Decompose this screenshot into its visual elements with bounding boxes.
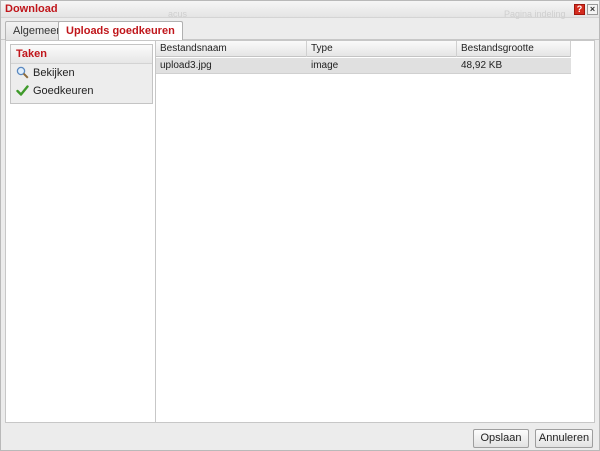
- magnifier-icon: [16, 66, 29, 79]
- column-header-bestandsgrootte[interactable]: Bestandsgrootte: [457, 41, 571, 57]
- task-label: Bekijken: [33, 67, 75, 79]
- save-button[interactable]: Opslaan: [473, 429, 529, 448]
- cell-type: image: [311, 60, 339, 71]
- checkmark-icon: [16, 85, 29, 96]
- cell-size: 48,92 KB: [461, 60, 503, 71]
- tasks-header: Taken: [11, 45, 152, 64]
- tasks-panel: Taken Bekijken Goedkeuren: [10, 44, 153, 104]
- sidebar: Taken Bekijken Goedkeuren: [6, 41, 156, 422]
- help-button[interactable]: ?: [574, 4, 585, 15]
- tab-uploads-goedkeuren[interactable]: Uploads goedkeuren: [58, 21, 183, 41]
- close-button[interactable]: ×: [587, 4, 598, 15]
- download-dialog: Download acus Pagina indeling ? × Algeme…: [0, 0, 600, 451]
- task-label: Goedkeuren: [33, 85, 94, 97]
- uploads-grid: Bestandsnaam Type Bestandsgrootte upload…: [156, 41, 594, 422]
- grid-header: Bestandsnaam Type Bestandsgrootte: [156, 41, 571, 57]
- cell-filename: upload3.jpg: [160, 60, 212, 71]
- task-goedkeuren[interactable]: Goedkeuren: [11, 82, 152, 100]
- column-header-type[interactable]: Type: [307, 41, 457, 57]
- dialog-title: Download: [5, 3, 58, 15]
- tab-content: Taken Bekijken Goedkeuren Bestandsnaam T…: [5, 40, 595, 423]
- title-bar: Download acus Pagina indeling ? ×: [1, 1, 599, 19]
- tab-bar: Algemeen Uploads goedkeuren: [1, 18, 599, 41]
- cancel-button[interactable]: Annuleren: [535, 429, 593, 448]
- column-header-bestandsnaam[interactable]: Bestandsnaam: [156, 41, 307, 57]
- table-row[interactable]: upload3.jpg image 48,92 KB: [156, 58, 571, 74]
- task-bekijken[interactable]: Bekijken: [11, 64, 152, 82]
